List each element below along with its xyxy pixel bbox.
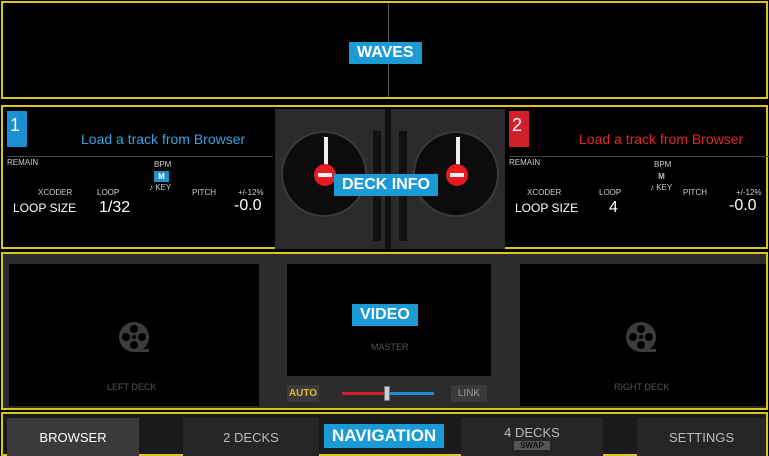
deck-2-loop-value[interactable]: 4 xyxy=(609,199,618,217)
deck-1-pitch-label: PITCH xyxy=(192,188,216,197)
video-section-tag: VIDEO xyxy=(352,304,418,326)
deck-2-xcoder-label: XCODER xyxy=(527,188,562,197)
browser-button-label: BROWSER xyxy=(39,429,107,445)
navigation-section-tag: NAVIGATION xyxy=(324,424,445,448)
settings-button[interactable]: SETTINGS xyxy=(637,418,766,456)
deck-2-divider xyxy=(509,156,769,157)
deck-1-track-title[interactable]: Load a track from Browser xyxy=(81,131,245,147)
two-decks-button-label: 2 DECKS xyxy=(223,429,279,445)
deck-1-pitch-range[interactable]: +/-12% xyxy=(238,188,264,197)
deck-1-remain-label: REMAIN xyxy=(7,158,39,167)
waves-section-tag: WAVES xyxy=(349,42,422,64)
video-crossfader[interactable] xyxy=(342,386,434,401)
deck-1-bpm-master-badge[interactable]: M xyxy=(154,171,169,182)
deck-2-pitch-range[interactable]: +/-12% xyxy=(736,188,762,197)
browser-button[interactable]: BROWSER xyxy=(7,418,139,456)
crossfader-left-track xyxy=(342,392,388,395)
deck-1-divider xyxy=(7,156,273,157)
deck-2-loop-label: LOOP xyxy=(599,188,622,197)
video-panel: LEFT DECK MASTER AUTO LINK RIGHT DECK xyxy=(1,252,768,410)
crossfader-handle[interactable] xyxy=(384,386,390,401)
right-deck-video[interactable]: RIGHT DECK xyxy=(520,264,766,406)
deck-2-bpm-label: BPM xyxy=(654,160,672,169)
deck-2-platter-label xyxy=(446,164,468,186)
deck-2-pitch-label: PITCH xyxy=(683,188,707,197)
master-label: MASTER xyxy=(371,342,409,352)
deck-1-loop-label: LOOP xyxy=(97,188,120,197)
deck-1-info[interactable]: 1 Load a track from Browser REMAIN BPM M… xyxy=(5,109,275,247)
deck-1-loop-value[interactable]: 1/32 xyxy=(99,199,130,217)
right-deck-label: RIGHT DECK xyxy=(614,382,670,392)
link-button[interactable]: LINK xyxy=(451,385,487,402)
deck-2-pitch-value: -0.0 xyxy=(729,197,757,214)
four-decks-button-label: 4 DECKS xyxy=(504,424,560,440)
left-deck-label: LEFT DECK xyxy=(107,382,157,392)
crossfader-right-track xyxy=(388,392,434,395)
left-deck-video[interactable]: LEFT DECK xyxy=(9,264,259,406)
deck-1-loop-size-label: LOOP SIZE xyxy=(13,201,77,215)
deck-2-loop-size-label: LOOP SIZE xyxy=(515,201,579,215)
film-reel-icon xyxy=(626,322,656,352)
deck-2-remain-label: REMAIN xyxy=(509,158,541,167)
deck-2-key-label: ♪ KEY xyxy=(650,183,673,192)
deck-1-key-label: ♪ KEY xyxy=(149,183,172,192)
deck-1-number: 1 xyxy=(7,111,27,147)
auto-button[interactable]: AUTO xyxy=(287,385,319,402)
deck-2-info[interactable]: 2 Load a track from Browser REMAIN BPM M… xyxy=(507,109,769,247)
four-decks-button[interactable]: 4 DECKS SWAP xyxy=(461,418,603,456)
deck-1-bpm-label: BPM xyxy=(154,160,172,169)
deck-1-pitch-value: -0.0 xyxy=(234,197,262,214)
deck-2-track-title[interactable]: Load a track from Browser xyxy=(579,131,743,147)
settings-button-label: SETTINGS xyxy=(668,429,734,445)
deck-1-platter-label xyxy=(314,164,336,186)
deck-2-number: 2 xyxy=(509,111,529,147)
deck-1-xcoder-label: XCODER xyxy=(38,188,73,197)
swap-button[interactable]: SWAP xyxy=(514,440,550,450)
film-reel-icon xyxy=(119,322,149,352)
deck-2-bpm-master-badge[interactable]: M xyxy=(654,171,669,182)
deck-info-section-tag: DECK INFO xyxy=(334,174,438,196)
two-decks-button[interactable]: 2 DECKS xyxy=(183,418,319,456)
